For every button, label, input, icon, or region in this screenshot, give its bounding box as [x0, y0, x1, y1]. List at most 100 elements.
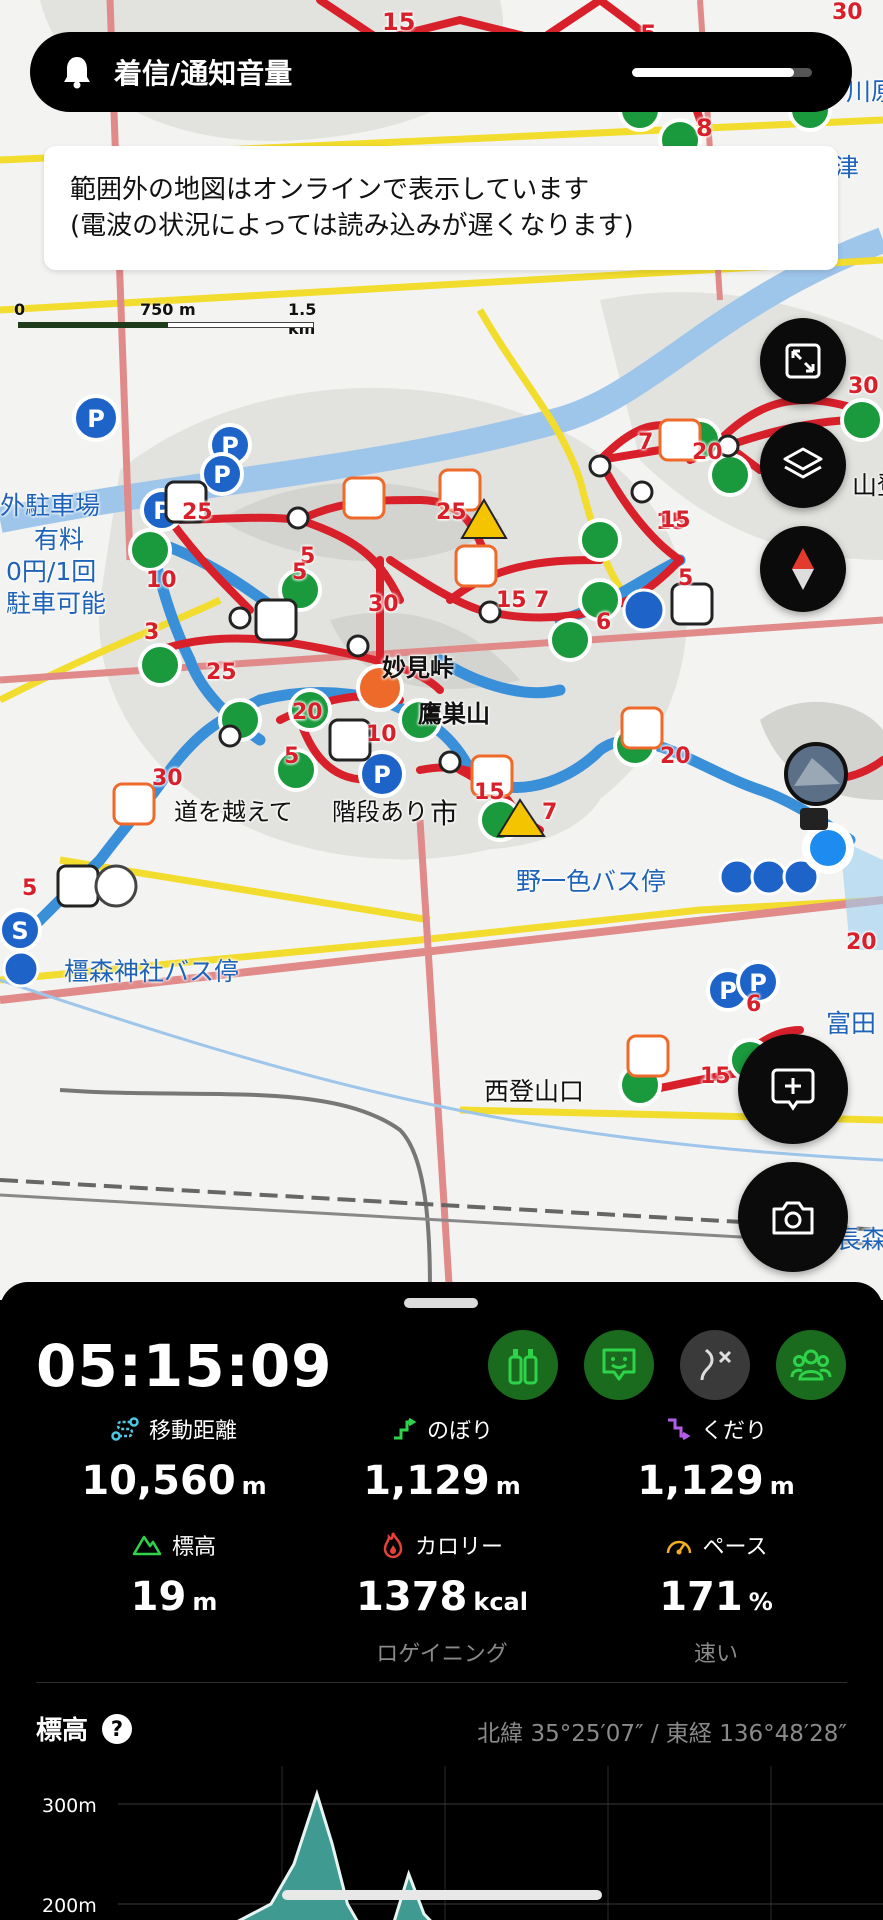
volume-slider-fill: [632, 68, 794, 77]
route-number: 30: [152, 766, 183, 791]
svg-text:P: P: [213, 461, 231, 489]
notice-line-1: 範囲外の地図はオンラインで表示しています: [70, 175, 590, 205]
help-icon[interactable]: ?: [102, 1713, 133, 1744]
stat-distance: 移動距離 10,560 m: [44, 1414, 304, 1504]
smile-chat-icon: [602, 1348, 636, 1381]
stat-distance-value: 10,560: [81, 1458, 236, 1504]
route-number: 20: [846, 930, 877, 955]
stat-calorie-unit: kcal: [473, 1588, 528, 1616]
compass-icon: [792, 548, 814, 590]
place-label: 西登山口: [484, 1077, 585, 1106]
stat-pace-unit: %: [748, 1588, 773, 1616]
place-label: 道を越えて: [174, 798, 293, 826]
volume-slider[interactable]: [632, 68, 812, 77]
stat-ascent: のぼり 1,129 m: [312, 1414, 572, 1504]
place-label: 富田: [826, 1009, 877, 1038]
place-label: 駐車可能: [6, 589, 107, 618]
camera-button[interactable]: [738, 1162, 848, 1272]
route-number: 30: [368, 592, 399, 617]
place-label: 橿森神社バス停: [64, 957, 240, 986]
chart-y-tick-label: 200m: [42, 1895, 97, 1917]
route-number: 10: [146, 568, 177, 593]
place-label: 野一色バス停: [516, 867, 667, 896]
home-indicator: [282, 1890, 602, 1900]
route-number: 6: [596, 610, 612, 635]
route-deviation-button[interactable]: [680, 1330, 750, 1400]
gear-bottles-icon: [508, 1349, 538, 1385]
place-label: 有料: [34, 525, 85, 554]
distance-icon: [111, 1417, 139, 1441]
off-route-icon: [700, 1348, 732, 1381]
elevation-title: 標高: [36, 1716, 89, 1746]
svg-text:P: P: [719, 977, 737, 1005]
route-number: 25: [206, 660, 237, 685]
route-number: 15: [700, 1064, 731, 1089]
route-number: 5: [292, 560, 308, 585]
section-divider: [36, 1682, 847, 1683]
activity-panel: 05:15:09 移動距離 10,560 m のぼり 1,129 m くだり 1…: [0, 1282, 883, 1920]
stat-calorie-value: 1378: [356, 1574, 468, 1620]
add-memo-button[interactable]: [738, 1034, 848, 1144]
route-number: 20: [292, 700, 323, 725]
volume-toast: 着信/通知音量: [30, 32, 852, 112]
map-view[interactable]: PPPP PPPS 15 8 25 25 10 3 25 5 20 5 30 3…: [0, 0, 883, 1300]
flame-icon: [383, 1532, 403, 1559]
speedometer-icon: [666, 1540, 691, 1555]
route-number: 7: [638, 430, 654, 455]
route-number: 30: [832, 0, 863, 25]
stat-altitude-unit: m: [192, 1588, 218, 1616]
stat-pace: ペース 171% 速い: [586, 1530, 846, 1668]
stat-pace-rating: 速い: [693, 1642, 738, 1667]
mountain-icon: [132, 1535, 162, 1556]
route-number: 3: [144, 620, 160, 645]
fit-screen-icon: [785, 343, 821, 379]
route-number: 15: [496, 588, 527, 613]
elevation-line: [237, 1789, 432, 1920]
stat-calorie-activity: ロゲイニング: [376, 1642, 508, 1667]
svg-text:P: P: [221, 432, 239, 460]
group-button[interactable]: [776, 1330, 846, 1400]
route-number: 25: [182, 500, 213, 525]
route-number: 7: [542, 800, 558, 825]
route-number: 25: [436, 500, 467, 525]
route-number: 8: [696, 114, 713, 142]
notice-line-2: (電波の状況によっては読み込みが遅くなります): [70, 211, 634, 241]
scale-tick-750m: 750 m: [140, 300, 196, 319]
route-number: 30: [848, 374, 879, 399]
stat-altitude-label: 標高: [171, 1535, 216, 1560]
route-number: 5: [678, 566, 694, 591]
stat-ascent-value: 1,129: [363, 1458, 490, 1504]
stat-altitude-value: 19: [130, 1574, 187, 1620]
layers-button[interactable]: [760, 422, 846, 508]
camera-icon: [772, 1201, 814, 1235]
place-label: 妙見峠: [382, 654, 454, 682]
fit-route-button[interactable]: [760, 318, 846, 404]
scale-tick-0: 0: [14, 300, 26, 319]
gear-list-button[interactable]: [488, 1330, 558, 1400]
stat-calorie: カロリー 1378 kcal ロゲイニング: [312, 1530, 572, 1668]
route-number: 15: [660, 508, 691, 533]
stat-pace-label: ペース: [702, 1535, 768, 1560]
route-number: 7: [534, 588, 550, 613]
stat-calorie-label: カロリー: [414, 1535, 503, 1560]
map-scale-bar: 0 750 m 1.5 km: [14, 298, 324, 338]
route-number: 5: [22, 876, 38, 901]
stat-descent-value: 1,129: [637, 1458, 764, 1504]
coordinates-readout: 北緯 35°25′07″ / 東経 136°48′28″: [477, 1721, 847, 1747]
volume-label: 着信/通知音量: [114, 57, 293, 90]
descent-icon: [667, 1418, 691, 1441]
svg-text:P: P: [87, 405, 105, 433]
offline-map-notice: 範囲外の地図はオンラインで表示しています (電波の状況によっては読み込みが遅くな…: [44, 146, 838, 270]
place-label: 山登: [852, 471, 883, 500]
add-comment-icon: [771, 1068, 815, 1111]
ascent-icon: [393, 1417, 417, 1440]
svg-text:P: P: [373, 761, 391, 789]
stat-ascent-label: のぼり: [426, 1419, 493, 1444]
elapsed-time: 05:15:09: [36, 1332, 333, 1400]
compass-button[interactable]: [760, 526, 846, 612]
stat-descent: くだり 1,129 m: [586, 1414, 846, 1504]
place-label: 0円/1回: [6, 557, 97, 586]
route-number: 20: [692, 440, 723, 465]
sheet-drag-handle[interactable]: [404, 1298, 478, 1308]
status-share-button[interactable]: [584, 1330, 654, 1400]
